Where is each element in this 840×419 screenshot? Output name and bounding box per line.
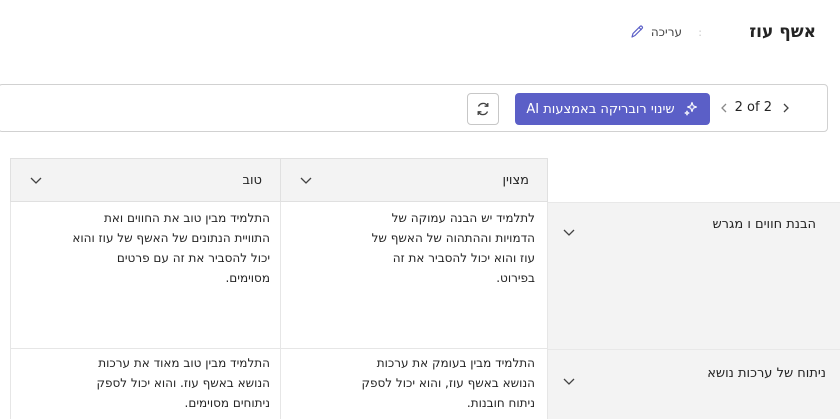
column-header-label: טוב [242, 172, 263, 188]
next-page-button[interactable] [776, 98, 796, 118]
refresh-icon [474, 100, 492, 118]
chevron-right-icon [780, 102, 792, 114]
rubric-cell[interactable]: לתלמיד יש הבנה עמוקה של הדמויות וההתהוה … [280, 202, 548, 349]
refresh-button[interactable] [467, 93, 499, 125]
sparkle-icon [683, 101, 699, 117]
change-rubric-ai-label: שינוי רובריקה באמצעות AI [526, 101, 675, 117]
cell-text: התלמיד מבין טוב את החווים ואת התוויית הנ… [72, 211, 270, 285]
previous-page-button[interactable] [714, 98, 734, 118]
edit-label: עריכה [650, 25, 682, 39]
column-excellent-chevron-button[interactable] [299, 173, 313, 187]
change-rubric-ai-button[interactable]: שינוי רובריקה באמצעות AI [515, 93, 710, 125]
chevron-left-icon [718, 102, 730, 114]
page-title: אשף עוז [749, 22, 816, 42]
cell-text: לתלמיד יש הבנה עמוקה של הדמויות וההתהוה … [371, 211, 535, 285]
column-header-good: טוב [10, 158, 281, 202]
pencil-icon [629, 24, 645, 40]
rubric-cell[interactable]: התלמיד מבין טוב מאוד את ערכות הנושא באשף… [10, 349, 281, 419]
cell-text: התלמיד מבין בעומק את ערכות הנושא באשף עו… [361, 356, 535, 410]
row-header: הבנת חווים ו מגרש [548, 202, 840, 349]
rubric-cell[interactable]: התלמיד מבין טוב את החווים ואת התוויית הנ… [10, 202, 281, 349]
edit-button[interactable]: עריכה [629, 24, 682, 40]
column-header-label: מצוין [502, 172, 529, 188]
column-good-chevron-button[interactable] [29, 173, 43, 187]
row-header: ניתוח של ערכות נושא [548, 349, 840, 419]
row-label: הבנת חווים ו מגרש [712, 217, 816, 232]
page-indicator: 2 of 2 [734, 100, 772, 115]
row-expand-chevron-button[interactable] [562, 225, 576, 239]
column-header-excellent: מצוין [280, 158, 548, 202]
row-expand-chevron-button[interactable] [562, 374, 576, 388]
cell-text: התלמיד מבין טוב מאוד את ערכות הנושא באשף… [96, 356, 270, 410]
row-label: ניתוח של ערכות נושא [707, 366, 826, 381]
header-separator: : [698, 26, 702, 39]
rubric-cell[interactable]: התלמיד מבין בעומק את ערכות הנושא באשף עו… [280, 349, 548, 419]
